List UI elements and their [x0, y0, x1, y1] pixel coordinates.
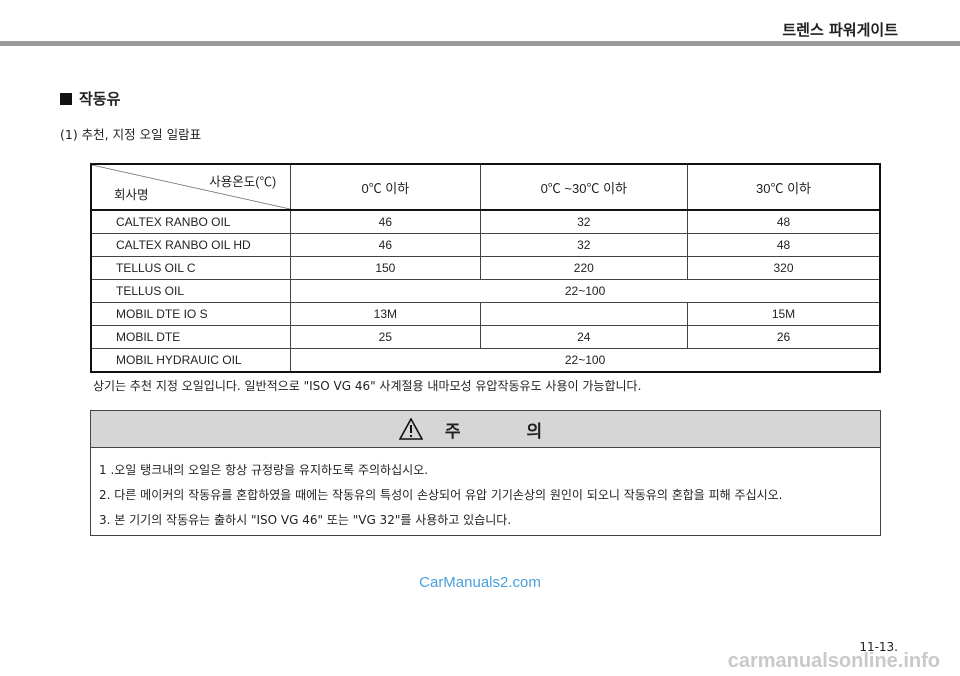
table-header-row: 사용온도(℃) 회사명 0℃ 이하 0℃ ~30℃ 이하 30℃ 이하: [90, 163, 881, 211]
caution-title: 주 의: [444, 421, 573, 442]
section-subtitle: (1) 추천, 지정 오일 일람표: [60, 127, 202, 142]
warning-triangle-icon: [398, 417, 424, 440]
table-cell: 24: [479, 325, 689, 349]
oil-table: 사용온도(℃) 회사명 0℃ 이하 0℃ ~30℃ 이하 30℃ 이하 CALT…: [90, 163, 881, 373]
corner-temperature-label: 사용온도(℃): [209, 175, 277, 189]
table-cell: 46: [290, 233, 481, 257]
caution-list: 1 .오일 탱크내의 오일은 항상 규정량을 유지하도록 주의하십시오. 2. …: [91, 448, 880, 533]
oil-name: CALTEX RANBO OIL: [90, 209, 292, 234]
watermark-link[interactable]: CarManuals2.com: [0, 574, 960, 591]
oil-name: TELLUS OIL C: [90, 256, 292, 280]
table-cell: 46: [290, 209, 481, 234]
table-cell: 26: [687, 325, 881, 349]
caution-header: 주 의: [91, 411, 880, 448]
oil-name: TELLUS OIL: [90, 279, 292, 303]
table-note: 상기는 추천 지정 오일입니다. 일반적으로 "ISO VG 46" 사계절용 …: [93, 379, 642, 393]
table-cell: 25: [290, 325, 481, 349]
table-row: CALTEX RANBO OIL 46 32 48: [90, 209, 881, 234]
oil-name: MOBIL HYDRAUIC OIL: [90, 348, 292, 373]
black-square-icon: [60, 92, 72, 105]
table-row: MOBIL DTE 25 24 26: [90, 325, 881, 349]
section-title-text: 작동유: [79, 90, 121, 108]
oil-name: MOBIL DTE IO S: [90, 302, 292, 326]
table-cell: 15M: [687, 302, 881, 326]
table-cell: 320: [687, 256, 881, 280]
column-header: 0℃ ~30℃ 이하: [479, 163, 689, 211]
table-cell: 150: [290, 256, 481, 280]
table-cell: 32: [479, 209, 689, 234]
table-row: TELLUS OIL C 150 220 320: [90, 256, 881, 280]
table-cell: 32: [479, 233, 689, 257]
table-cell-span: 22~100: [290, 348, 881, 373]
table-cell-span: 22~100: [290, 279, 881, 303]
header-rule: [0, 41, 960, 46]
table-cell: 48: [687, 209, 881, 234]
table-cell: 13M: [290, 302, 481, 326]
section-title: 작동유: [60, 88, 120, 109]
table-corner-cell: 사용온도(℃) 회사명: [90, 163, 292, 211]
table-row: MOBIL DTE IO S 13M 15M: [90, 302, 881, 326]
table-cell: 220: [479, 256, 689, 280]
header-title: 트렌스 파워게이트: [782, 21, 898, 39]
caution-item: 2. 다른 메이커의 작동유를 혼합하였을 때에는 작동유의 특성이 손상되어 …: [99, 488, 783, 502]
corner-company-label: 회사명: [114, 188, 149, 202]
oil-name: CALTEX RANBO OIL HD: [90, 233, 292, 257]
table-row: MOBIL HYDRAUIC OIL 22~100: [90, 348, 881, 373]
caution-item: 1 .오일 탱크내의 오일은 항상 규정량을 유지하도록 주의하십시오.: [99, 463, 429, 477]
table-row: CALTEX RANBO OIL HD 46 32 48: [90, 233, 881, 257]
oil-name: MOBIL DTE: [90, 325, 292, 349]
column-header: 30℃ 이하: [687, 163, 881, 211]
caution-item: 3. 본 기기의 작동유는 출하시 "ISO VG 46" 또는 "VG 32"…: [99, 513, 512, 527]
table-cell: [479, 302, 689, 326]
table-cell: 48: [687, 233, 881, 257]
column-header: 0℃ 이하: [290, 163, 481, 211]
footer-watermark: carmanualsonline.info: [727, 650, 940, 672]
caution-box: 주 의 1 .오일 탱크내의 오일은 항상 규정량을 유지하도록 주의하십시오.…: [90, 410, 881, 536]
table-row: TELLUS OIL 22~100: [90, 279, 881, 303]
